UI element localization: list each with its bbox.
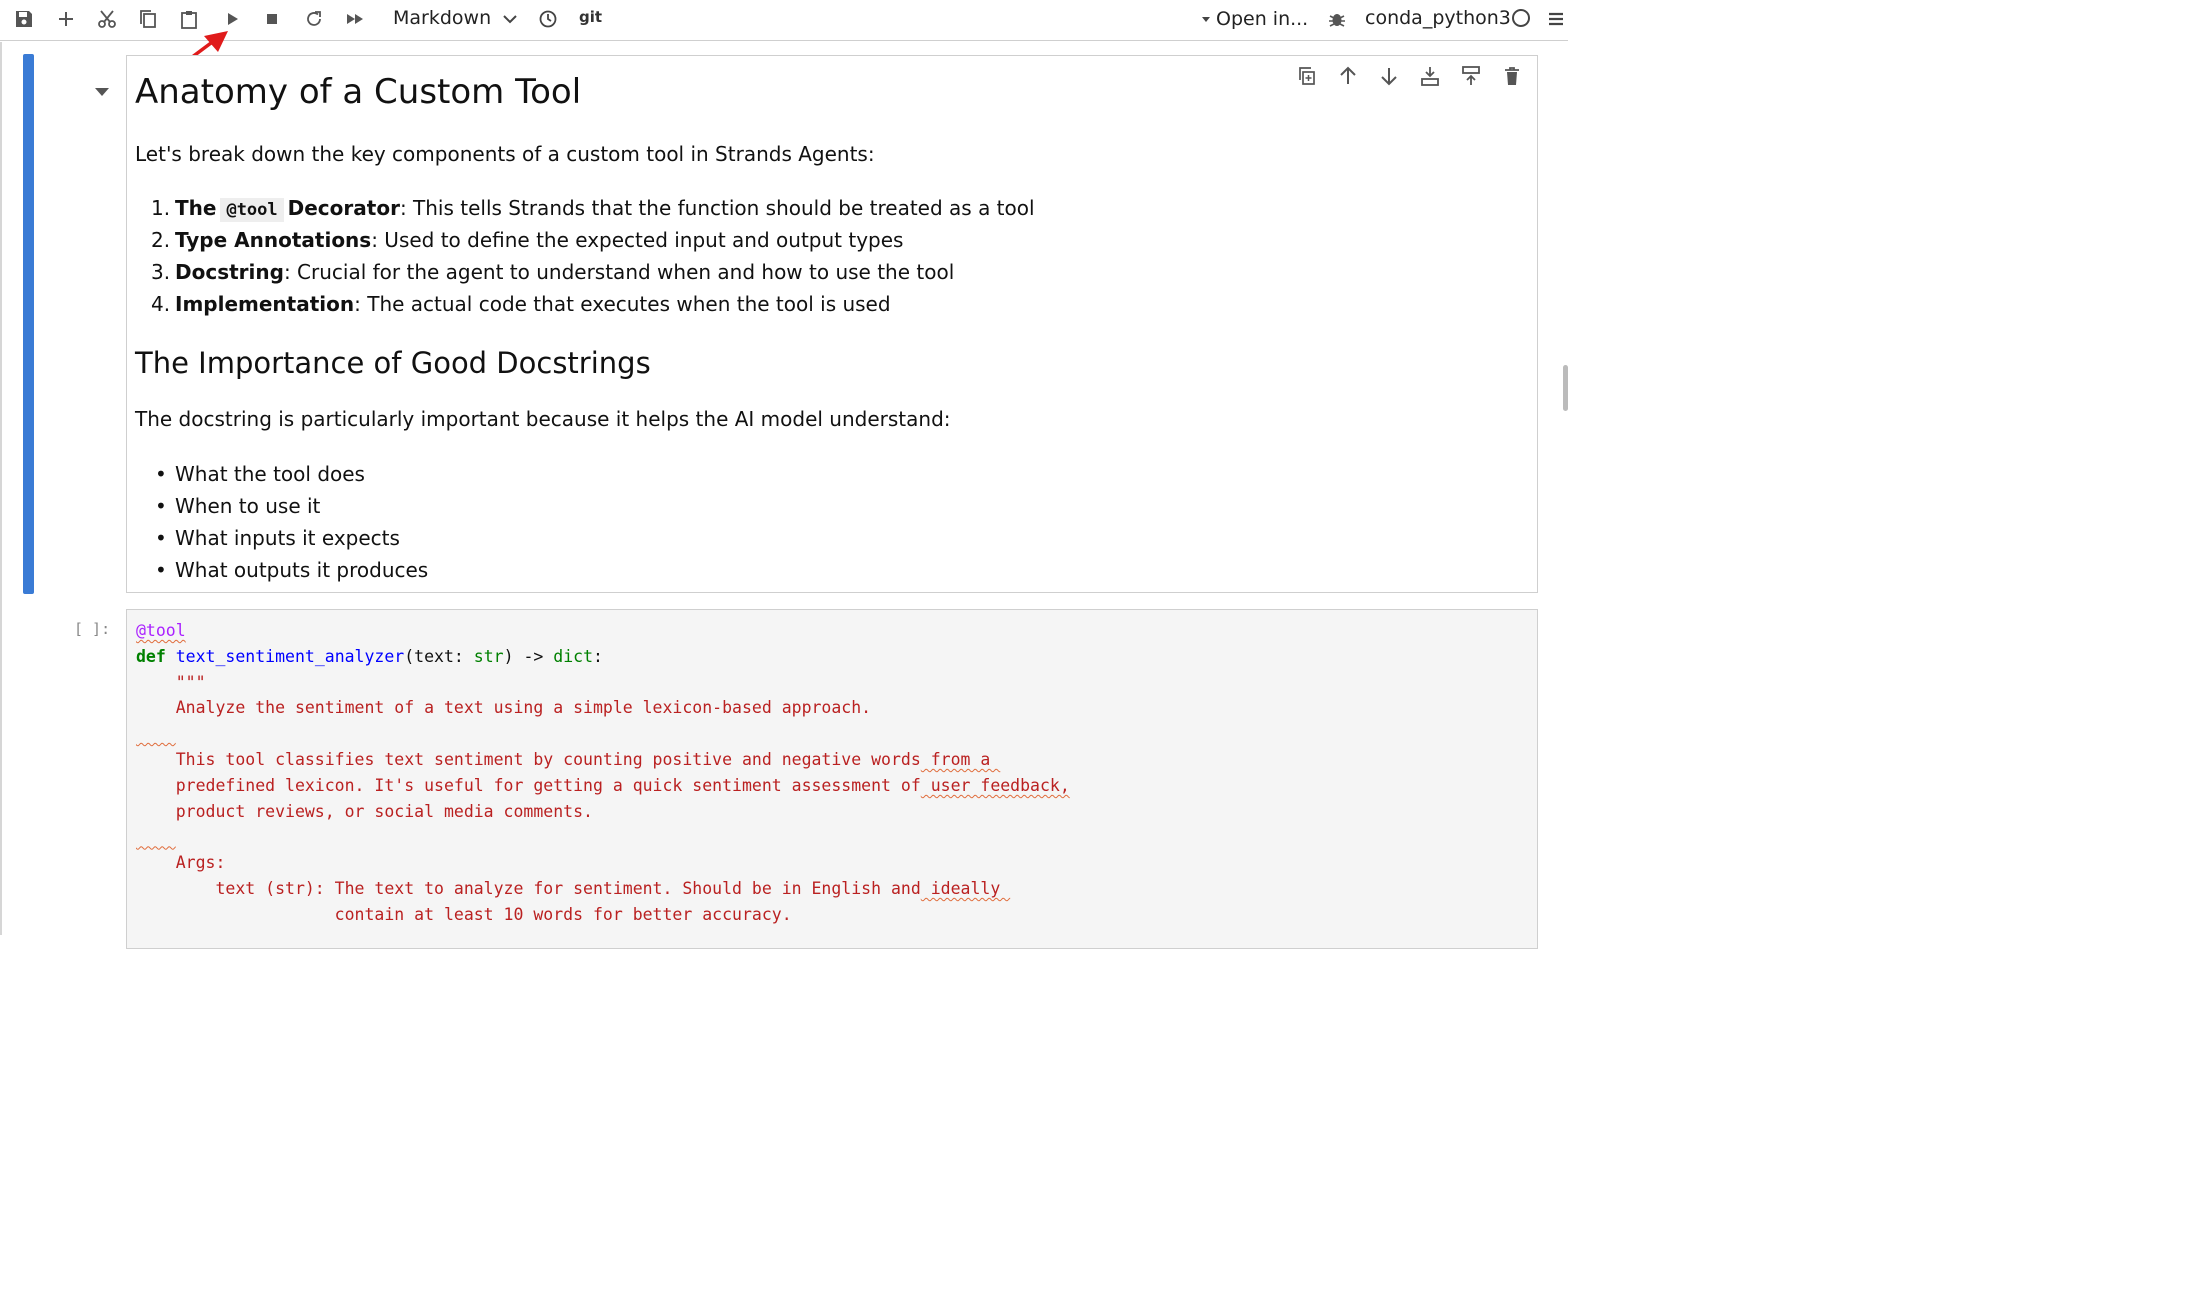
stop-icon[interactable] (257, 4, 287, 34)
open-in-menu[interactable]: Open in... (1200, 8, 1308, 30)
list-item: 4. Implementation: The actual code that e… (151, 292, 891, 316)
bullet-list: • What the tool does • When to use it • Wha… (155, 458, 428, 586)
list-item: • What the tool does (155, 462, 365, 486)
list-item: • When to use it (155, 494, 321, 518)
git-button[interactable]: git (579, 8, 602, 26)
list-item: • What inputs it expects (155, 526, 400, 550)
move-down-icon[interactable] (1374, 64, 1404, 88)
clock-icon[interactable] (533, 4, 563, 34)
caret-down-icon (1202, 17, 1210, 22)
delete-cell-icon[interactable] (1497, 64, 1527, 88)
components-list: 1. The @tool Decorator: This tells Strands … (151, 192, 1035, 320)
insert-above-icon[interactable] (1456, 64, 1486, 88)
section-heading: The Importance of Good Docstrings (135, 346, 651, 380)
save-icon[interactable] (9, 4, 39, 34)
intro-paragraph: Let's break down the key components of a… (135, 142, 875, 166)
section-paragraph: The docstring is particularly important … (135, 407, 951, 431)
active-cell-indicator[interactable] (23, 54, 34, 594)
add-cell-icon[interactable] (51, 4, 81, 34)
cell-heading: Anatomy of a Custom Tool (135, 72, 582, 112)
notebook-left-border (0, 42, 2, 935)
open-in-label: Open in... (1216, 8, 1309, 30)
kernel-status-icon (1512, 9, 1530, 27)
code-cell-editor[interactable]: @tool def text_sentiment_analyzer(text: … (126, 609, 1538, 949)
markdown-cell[interactable]: Anatomy of a Custom Tool Let's break dow… (126, 55, 1538, 593)
execution-count-prompt: [ ]: (74, 620, 111, 638)
collapse-heading-icon[interactable] (93, 85, 111, 99)
list-item: • What outputs it produces (155, 558, 429, 582)
move-up-icon[interactable] (1333, 64, 1363, 88)
cell-type-select[interactable]: Markdown (393, 7, 491, 29)
menu-icon[interactable] (1541, 4, 1571, 34)
inline-code: @tool (220, 198, 284, 222)
restart-kernel-icon[interactable] (299, 4, 329, 34)
list-item: 2. Type Annotations: Used to define the e… (151, 228, 904, 252)
chevron-down-icon[interactable] (500, 9, 520, 29)
list-item: 1. The @tool Decorator: This tells Strands … (151, 196, 1035, 222)
duplicate-cell-icon[interactable] (1292, 64, 1322, 88)
code-content[interactable]: @tool def text_sentiment_analyzer(text: … (136, 618, 1070, 928)
kernel-name[interactable]: conda_python3 (1365, 7, 1511, 29)
cut-icon[interactable] (92, 4, 122, 34)
cell-toolbar (1292, 64, 1527, 88)
insert-below-icon[interactable] (1415, 64, 1445, 88)
list-item: 3. Docstring: Crucial for the agent to un… (151, 260, 955, 284)
scrollbar-thumb[interactable] (1563, 365, 1568, 411)
copy-icon[interactable] (133, 4, 163, 34)
run-all-icon[interactable] (340, 4, 370, 34)
debugger-bug-icon[interactable] (1322, 4, 1352, 34)
